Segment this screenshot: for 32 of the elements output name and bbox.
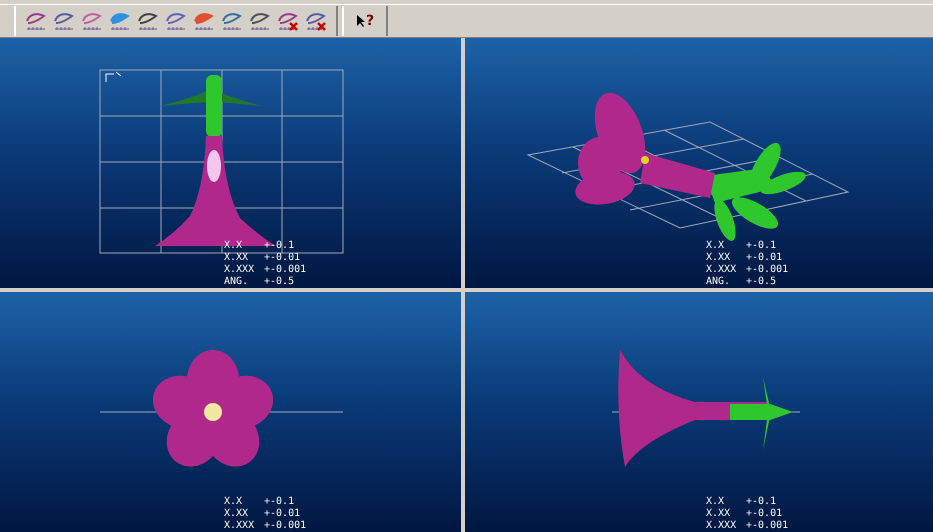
axis-triad-icon (106, 72, 122, 82)
tolerance-format: X.XX (224, 252, 250, 264)
tolerance-value: +-0.1 (746, 496, 776, 508)
tolerance-value: +-0.1 (746, 240, 776, 252)
tolerance-value: +-0.01 (264, 252, 300, 264)
cursor-icon (356, 14, 366, 28)
tolerance-format: ANG. (706, 276, 732, 288)
viewport-panel[interactable]: X.X +-0.1 X.XX +-0.01 X.XXX +-0.001 ANG. +-0.5 (465, 38, 933, 288)
tolerance-format: X.X (706, 496, 726, 508)
viewport-panel[interactable]: X.X +-0.1 X.XX +-0.01 X.XXX +-0.001 (0, 292, 461, 532)
tolerance-value: +-0.5 (746, 276, 776, 288)
tolerance-format: X.XX (706, 252, 732, 264)
tolerance-format: ANG. (224, 276, 250, 288)
tolerance-format: X.XX (706, 508, 732, 520)
tolerance-value: +-0.01 (746, 508, 782, 520)
tolerance-format: X.X (224, 496, 244, 508)
tolerance-format: X.XX (224, 508, 250, 520)
tolerance-value: +-0.01 (746, 252, 782, 264)
tolerance-format: X.X (706, 240, 726, 252)
tolerance-format: X.XXX (224, 520, 256, 532)
tolerance-value: +-0.001 (746, 264, 788, 276)
tolerance-value: +-0.01 (264, 508, 300, 520)
tolerance-format: X.XXX (706, 520, 738, 532)
tolerance-format: X.XXX (706, 264, 738, 276)
tolerance-value: +-0.5 (264, 276, 294, 288)
tolerance-value: +-0.001 (264, 264, 306, 276)
tolerance-value: +-0.001 (746, 520, 788, 532)
help-button[interactable]: ? (352, 9, 378, 33)
viewport-panel[interactable]: X.X +-0.1 X.XX +-0.01 X.XXX +-0.001 (465, 292, 933, 532)
tolerance-value: +-0.001 (264, 520, 306, 532)
tolerance-value: +-0.1 (264, 496, 294, 508)
tolerance-format: X.XXX (224, 264, 256, 276)
